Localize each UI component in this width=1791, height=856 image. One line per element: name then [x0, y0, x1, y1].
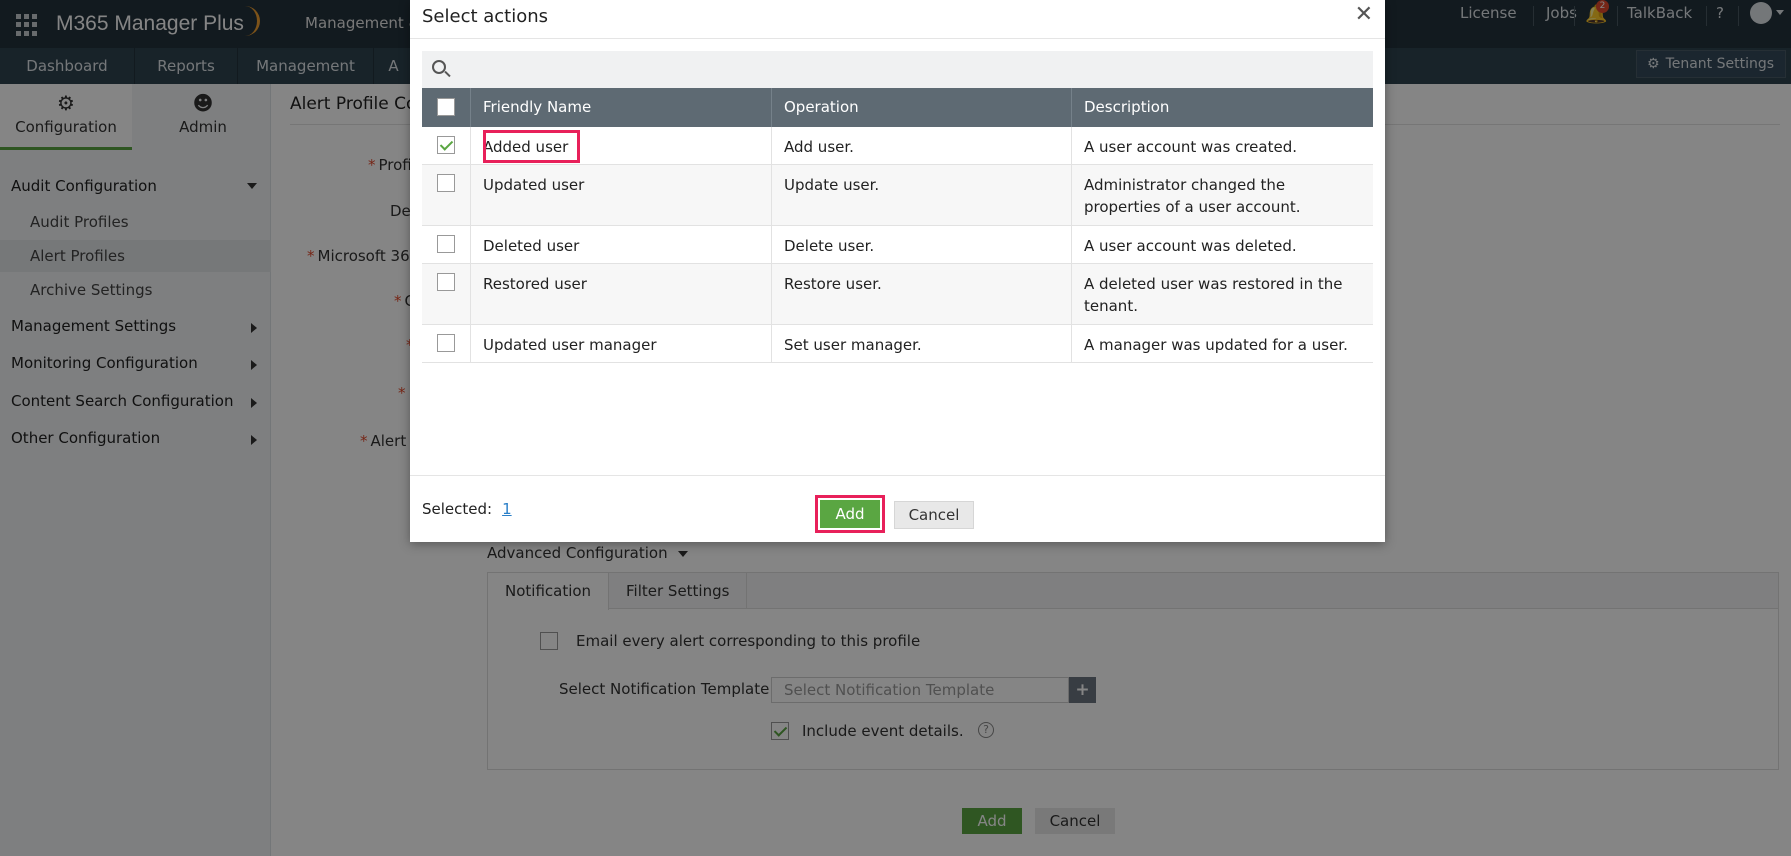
- row-checkbox[interactable]: [437, 174, 455, 192]
- add-button[interactable]: Add: [820, 500, 880, 528]
- selected-count-label: Selected: 1: [422, 500, 512, 518]
- search-icon[interactable]: [432, 60, 446, 74]
- row-checkbox-cell: [422, 165, 471, 225]
- column-header-operation[interactable]: Operation: [772, 88, 1072, 127]
- table-row[interactable]: Deleted user Delete user. A user account…: [422, 226, 1373, 264]
- operation-cell: Delete user.: [772, 226, 1072, 263]
- table-row[interactable]: Updated user manager Set user manager. A…: [422, 325, 1373, 363]
- table-row[interactable]: Restored user Restore user. A deleted us…: [422, 264, 1373, 325]
- operation-cell: Restore user.: [772, 264, 1072, 324]
- row-checkbox-cell: [422, 325, 471, 362]
- description-cell: Administrator changed the properties of …: [1084, 176, 1301, 216]
- select-all-checkbox[interactable]: [437, 98, 455, 116]
- description-cell: A manager was updated for a user.: [1084, 336, 1348, 354]
- selected-count-link[interactable]: 1: [502, 500, 512, 518]
- table-header: Friendly Name Operation Description: [422, 88, 1373, 127]
- added-user-highlight: [483, 130, 580, 163]
- close-icon[interactable]: ✕: [1355, 4, 1373, 26]
- friendly-name-cell: Restored user: [471, 264, 772, 324]
- friendly-name-cell: Updated user: [471, 165, 772, 225]
- operation-cell: Update user.: [772, 165, 1072, 225]
- operation-cell: Add user.: [772, 127, 1072, 164]
- row-checkbox[interactable]: [437, 136, 455, 154]
- select-actions-dialog: Select actions ✕ Friendly Name Operation…: [410, 0, 1385, 542]
- description-cell: A deleted user was restored in the tenan…: [1084, 275, 1343, 315]
- selected-label-text: Selected:: [422, 500, 493, 518]
- row-checkbox-cell: [422, 226, 471, 263]
- operation-cell: Set user manager.: [772, 325, 1072, 362]
- friendly-name-cell: Updated user manager: [471, 325, 772, 362]
- dialog-title: Select actions: [422, 6, 549, 27]
- column-header-description[interactable]: Description: [1072, 88, 1373, 127]
- table-row[interactable]: Updated user Update user. Administrator …: [422, 165, 1373, 226]
- row-checkbox-cell: [422, 127, 471, 164]
- row-checkbox[interactable]: [437, 235, 455, 253]
- header-checkbox-cell: [422, 88, 471, 127]
- cancel-button[interactable]: Cancel: [894, 501, 974, 529]
- description-cell: A user account was deleted.: [1084, 237, 1297, 255]
- column-header-friendly-name[interactable]: Friendly Name: [471, 88, 772, 127]
- row-checkbox-cell: [422, 264, 471, 324]
- description-cell: A user account was created.: [1084, 138, 1297, 156]
- row-checkbox[interactable]: [437, 273, 455, 291]
- row-checkbox[interactable]: [437, 334, 455, 352]
- search-bar[interactable]: [422, 51, 1373, 88]
- friendly-name-cell: Deleted user: [471, 226, 772, 263]
